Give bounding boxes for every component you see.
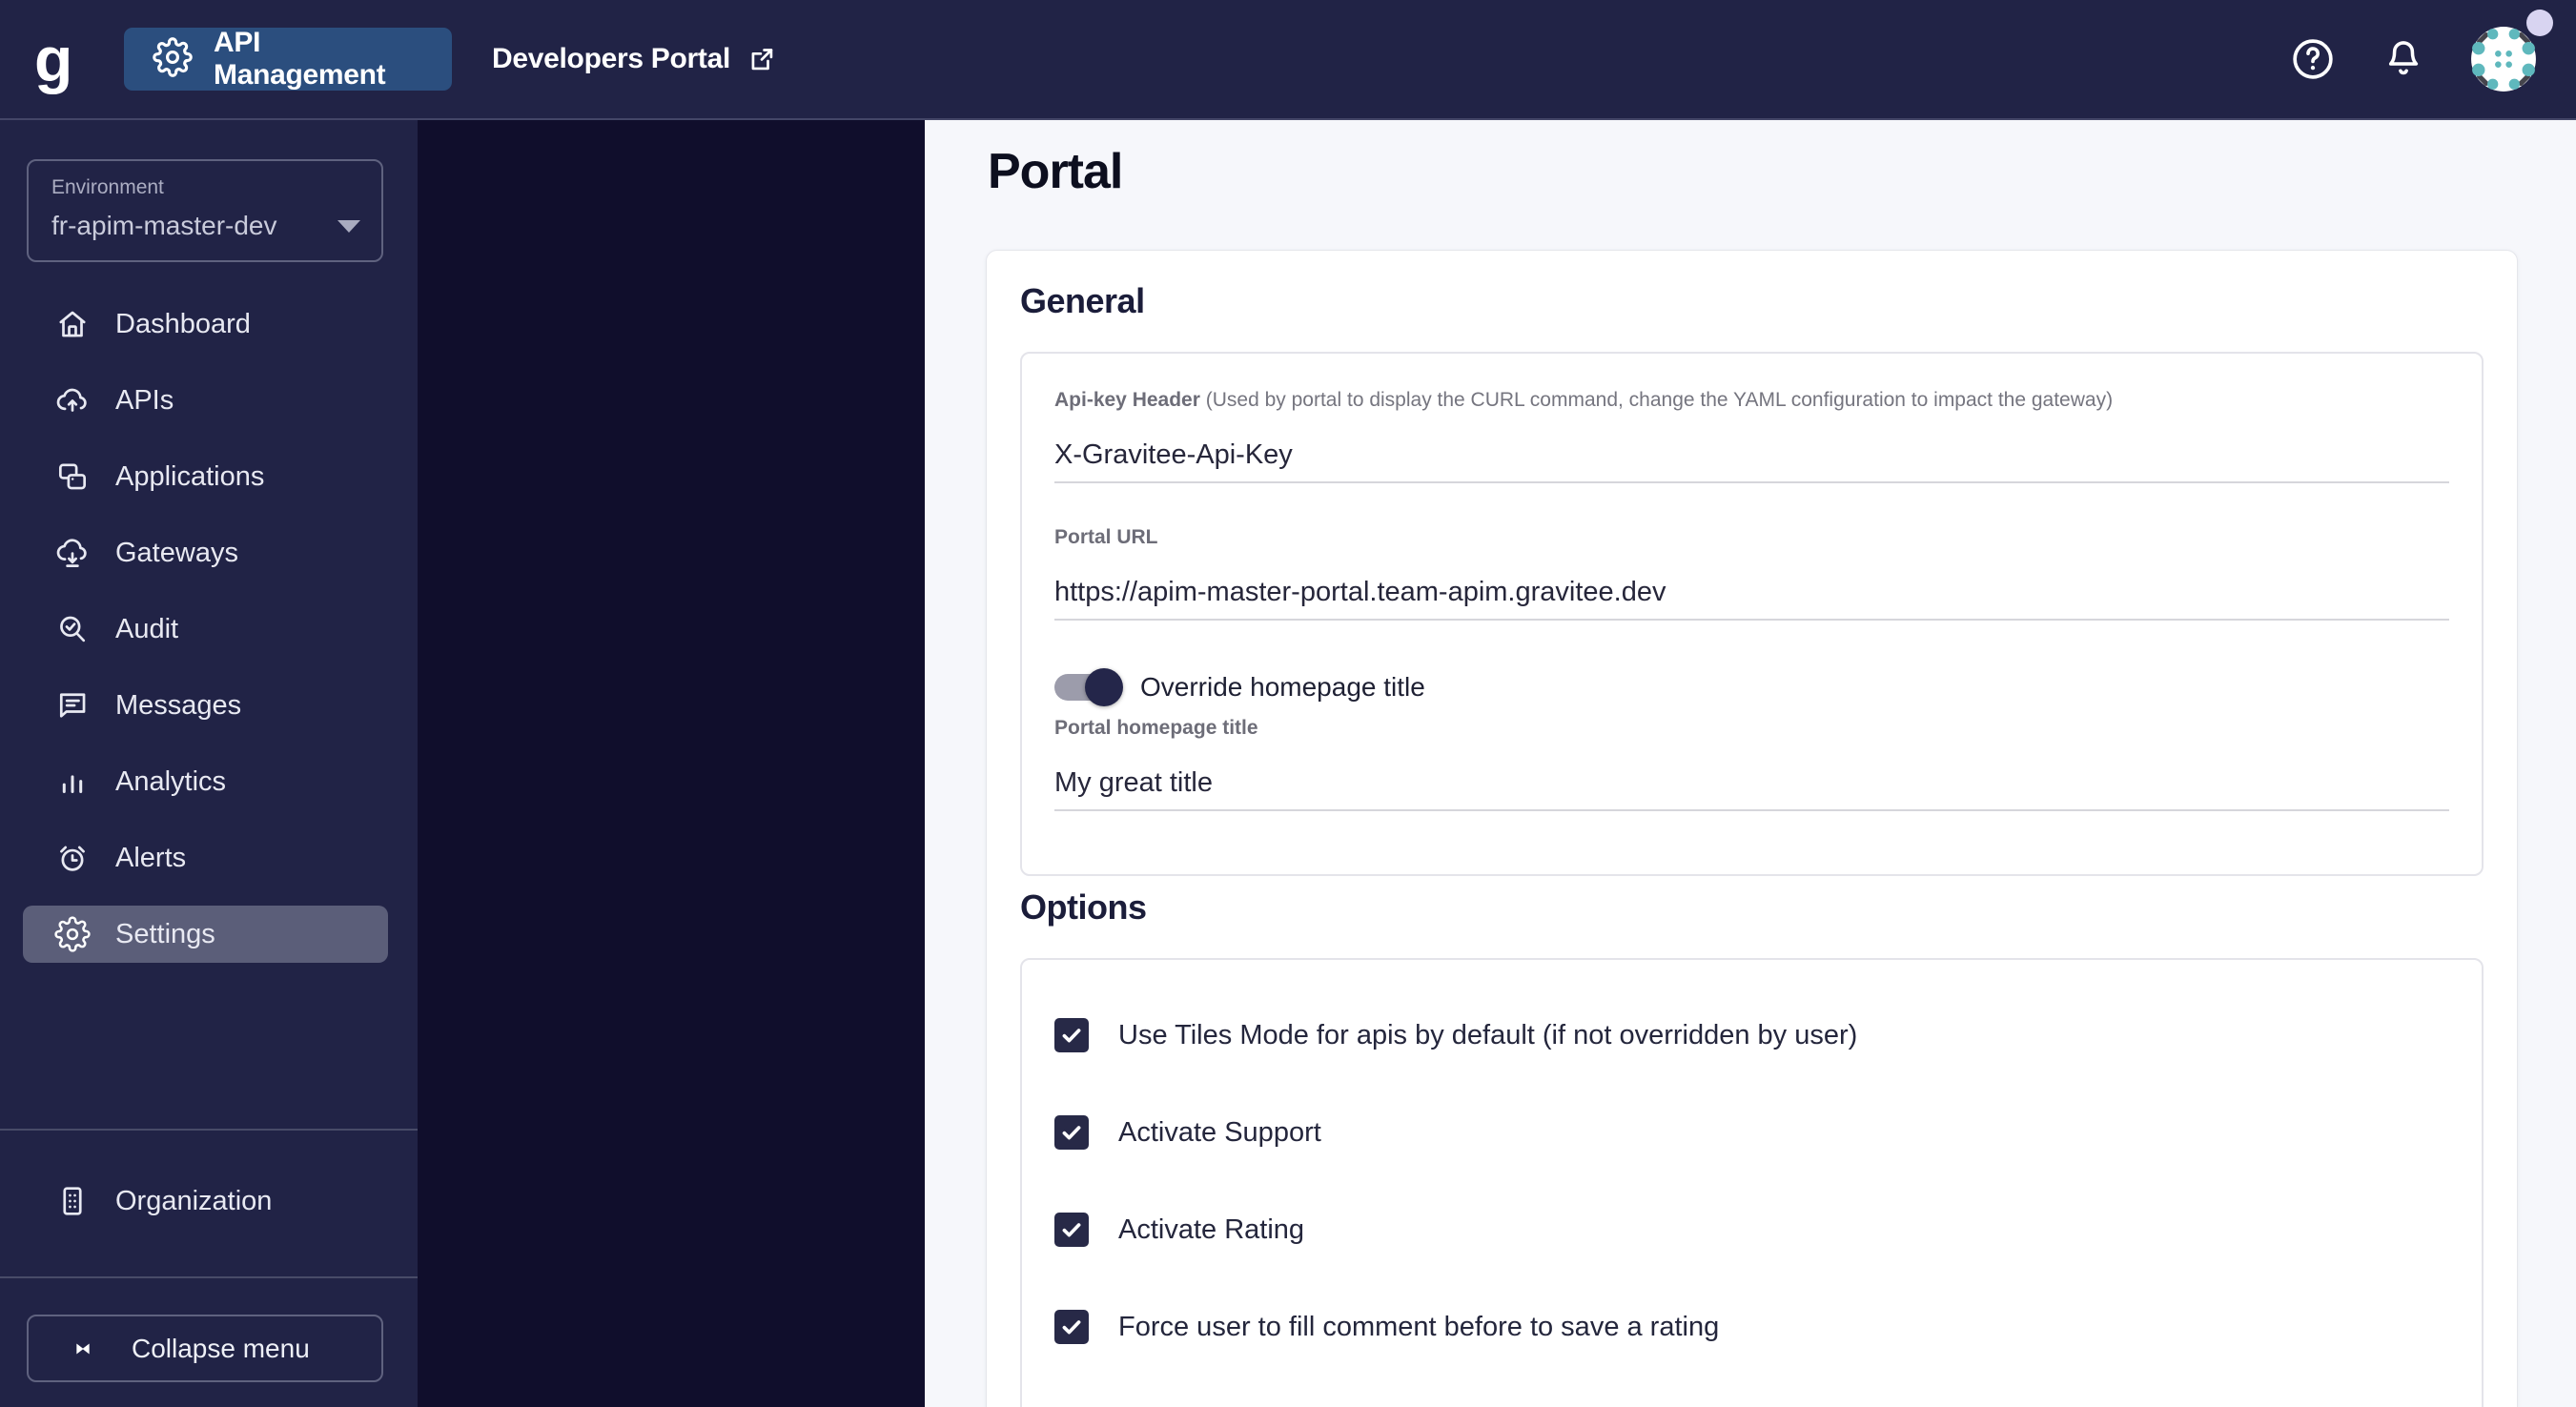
help-button[interactable]	[2288, 34, 2338, 84]
cloud-up-icon	[56, 388, 87, 412]
message-icon	[59, 693, 86, 718]
sidebar: Environment fr-apim-master-dev Dashboard…	[0, 120, 418, 1407]
sidebar-item-label: Gateways	[115, 537, 238, 568]
input-underline	[1054, 481, 2449, 483]
user-avatar[interactable]	[2469, 10, 2553, 93]
sidebar-menu: Dashboard APIs Applications Gateways Aud…	[0, 296, 418, 963]
gear-icon	[153, 36, 193, 82]
checkbox-checked-icon	[1054, 1018, 1089, 1052]
organization-icon	[63, 1187, 82, 1215]
sidebar-item-label: Alerts	[115, 842, 187, 873]
sidebar-item-label: Messages	[115, 689, 242, 721]
sidebar-item-settings[interactable]: Settings	[23, 906, 388, 963]
portal-url-field: Portal URL https://apim-master-portal.te…	[1054, 525, 2449, 621]
input-underline	[1054, 809, 2449, 811]
portal-url-input[interactable]: https://apim-master-portal.team-apim.gra…	[1054, 577, 2449, 611]
page-title: Portal	[988, 144, 1123, 199]
checkbox-checked-icon	[1054, 1115, 1089, 1150]
sidebar-item-label: Analytics	[115, 765, 227, 797]
sidebar-divider	[0, 1129, 418, 1131]
general-fields-card: Api-key Header (Used by portal to displa…	[1020, 352, 2484, 876]
sidebar-divider	[0, 1276, 418, 1278]
environment-value: fr-apim-master-dev	[51, 211, 277, 240]
api-key-header-label: Api-key Header (Used by portal to displa…	[1054, 389, 2114, 411]
general-section-heading: General	[1020, 281, 1145, 320]
notifications-button[interactable]	[2380, 35, 2427, 83]
portal-homepage-title-field: Portal homepage title My great title	[1054, 716, 2449, 811]
main-content: Portal General Api-key Header (Used by p…	[925, 120, 2576, 1407]
sidebar-item-dashboard[interactable]: Dashboard	[23, 296, 388, 353]
sidebar-item-gateways[interactable]: Gateways	[23, 524, 388, 581]
sidebar-item-applications[interactable]: Applications	[23, 448, 388, 505]
api-key-header-input[interactable]: X-Gravitee-Api-Key	[1054, 439, 2449, 474]
avatar-status-badge	[2526, 10, 2553, 36]
portal-homepage-title-input[interactable]: My great title	[1054, 767, 2449, 802]
cloud-down-icon	[56, 539, 87, 567]
sidebar-item-alerts[interactable]: Alerts	[23, 829, 388, 887]
alarm-clock-icon	[60, 846, 85, 871]
collapse-menu-label: Collapse menu	[132, 1333, 310, 1363]
developers-portal-link[interactable]: Developers Portal	[492, 43, 778, 75]
notifications-bell-icon	[2388, 41, 2419, 75]
organization-label: Organization	[115, 1185, 273, 1216]
input-underline	[1054, 619, 2449, 621]
portal-settings-card: General Api-key Header (Used by portal t…	[986, 250, 2518, 1407]
top-bar: g API Management Developers Portal	[0, 0, 2576, 120]
sidebar-item-label: Dashboard	[115, 308, 251, 339]
environment-label: Environment	[51, 176, 164, 198]
environment-selector[interactable]: Environment fr-apim-master-dev	[27, 159, 383, 262]
collapse-menu-button[interactable]: Collapse menu	[27, 1315, 383, 1382]
toggle-thumb	[1085, 668, 1123, 706]
checkbox-checked-icon	[1054, 1310, 1089, 1344]
chevron-down-icon	[337, 219, 360, 233]
api-key-header-hint: (Used by portal to display the CURL comm…	[1205, 389, 2114, 411]
options-fields-card: Use Tiles Mode for apis by default (if n…	[1020, 958, 2484, 1407]
applications-icon	[58, 463, 87, 490]
developers-portal-label: Developers Portal	[492, 43, 731, 74]
bar-chart-icon	[62, 775, 83, 793]
sidebar-item-label: Audit	[115, 613, 179, 644]
external-link-icon	[751, 49, 773, 71]
checkbox-label: Use Tiles Mode for apis by default (if n…	[1118, 1019, 1858, 1050]
options-section-heading: Options	[1020, 887, 1147, 927]
override-homepage-title-row: Override homepage title	[1054, 666, 2449, 708]
sidebar-item-messages[interactable]: Messages	[23, 677, 388, 734]
sidebar-item-label: Applications	[115, 460, 265, 492]
checkbox-label: Force user to fill comment before to sav…	[1118, 1311, 1720, 1342]
api-key-header-field: Api-key Header (Used by portal to displa…	[1054, 388, 2449, 483]
sidebar-item-audit[interactable]: Audit	[23, 601, 388, 658]
audit-search-icon	[60, 616, 86, 642]
sidebar-item-apis[interactable]: APIs	[23, 372, 388, 429]
override-homepage-title-toggle[interactable]	[1054, 668, 1123, 706]
home-icon	[59, 311, 86, 337]
sidebar-item-organization[interactable]: Organization	[0, 1171, 418, 1232]
app-root: g API Management Developers Portal Envir…	[0, 0, 2576, 1407]
checkbox-row-activate-rating[interactable]: Activate Rating	[1054, 1213, 2449, 1247]
sidebar-item-label: APIs	[115, 384, 174, 416]
checkbox-row-activate-support[interactable]: Activate Support	[1054, 1115, 2449, 1150]
sidebar-item-label: Settings	[115, 918, 215, 949]
collapse-icon	[76, 1342, 90, 1355]
api-management-tab[interactable]: API Management	[124, 27, 452, 91]
checkbox-label: Activate Support	[1118, 1116, 1321, 1148]
portal-homepage-title-label: Portal homepage title	[1054, 717, 1258, 739]
portal-url-label: Portal URL	[1054, 526, 1158, 548]
gravitee-logo-icon[interactable]: g	[34, 28, 76, 91]
override-homepage-title-label: Override homepage title	[1140, 672, 1425, 702]
checkbox-row-tiles-mode[interactable]: Use Tiles Mode for apis by default (if n…	[1054, 1018, 2449, 1052]
gear-icon	[54, 916, 91, 952]
avatar-identicon	[2471, 27, 2536, 92]
checkbox-label: Activate Rating	[1118, 1213, 1305, 1245]
api-management-label: API Management	[214, 27, 386, 91]
topbar-actions	[2288, 10, 2576, 93]
settings-submenu-panel	[418, 120, 925, 1407]
help-icon	[2293, 39, 2333, 79]
checkbox-row-force-comment[interactable]: Force user to fill comment before to sav…	[1054, 1310, 2449, 1344]
checkbox-checked-icon	[1054, 1213, 1089, 1247]
sidebar-item-analytics[interactable]: Analytics	[23, 753, 388, 810]
